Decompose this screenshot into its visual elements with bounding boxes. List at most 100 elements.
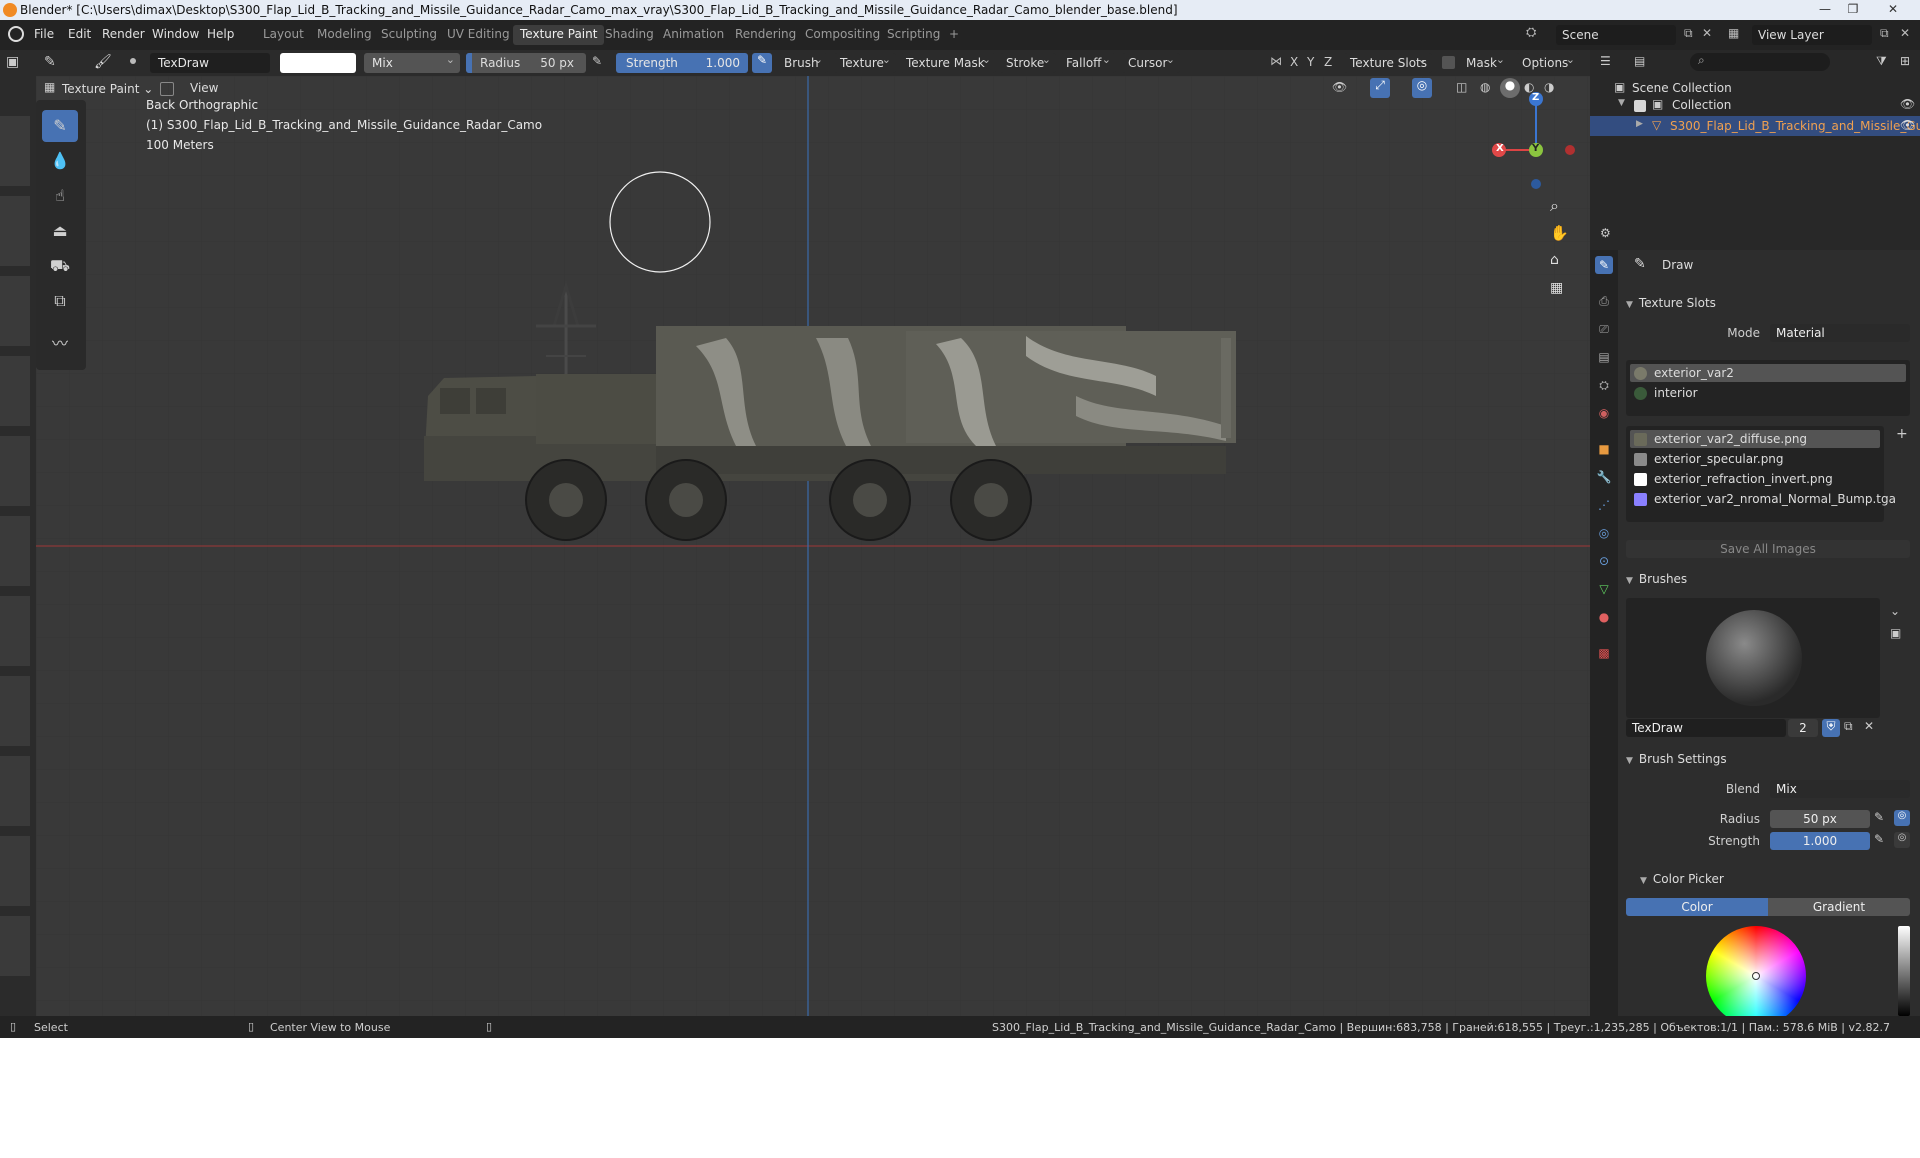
clone-tool-icon[interactable]: ⏏ [42, 215, 78, 247]
mode-dropdown[interactable]: Material [1770, 324, 1910, 342]
menu-file[interactable]: File [34, 27, 54, 41]
object-row[interactable]: ▶ ▽ S300_Flap_Lid_B_Tracking_and_Missile… [1590, 116, 1920, 136]
texture-slots-dropdown[interactable]: Texture Slots [1344, 50, 1432, 73]
pan-hand-icon[interactable]: ✋ [1550, 224, 1569, 242]
mirror-y-toggle[interactable]: Y [1307, 55, 1314, 69]
annotate-tool-icon[interactable]: 〰 [42, 328, 78, 360]
tab-compositing[interactable]: Compositing [798, 25, 887, 45]
delete-scene-icon[interactable]: ✕ [1702, 26, 1712, 40]
collection-visibility-icon[interactable]: 👁 [1900, 97, 1915, 111]
strength-unified-icon[interactable]: ◎ [1894, 832, 1910, 848]
gradient-tab[interactable]: Gradient [1768, 898, 1910, 916]
close-button[interactable]: ✕ [1868, 1, 1918, 18]
menu-render[interactable]: Render [102, 27, 145, 41]
draw-tool-icon[interactable]: ✎ [42, 110, 78, 142]
image-slot-row[interactable]: exterior_specular.png [1630, 450, 1880, 468]
blend-mode-dropdown[interactable]: Mix [364, 50, 460, 73]
material-slot-row[interactable]: exterior_var2 [1630, 364, 1906, 382]
view-layer-field[interactable]: View Layer [1752, 25, 1872, 45]
strength-pressure-icon[interactable]: ✎ [1874, 832, 1884, 846]
material-tab-icon[interactable]: ● [1595, 608, 1613, 626]
mask-toggle-icon[interactable] [160, 82, 174, 96]
visibility-icon[interactable]: 👁 [1332, 80, 1347, 94]
falloff-dropdown[interactable]: Falloff [1060, 50, 1116, 73]
view-layer-icon[interactable]: ▦ [1728, 26, 1739, 40]
physics-tab-icon[interactable]: ◎ [1595, 524, 1613, 542]
tab-modeling[interactable]: Modeling [310, 25, 379, 45]
constraints-tab-icon[interactable]: ⊙ [1595, 552, 1613, 570]
maximize-button[interactable]: ❐ [1840, 1, 1866, 18]
brush-list-expand-icon[interactable]: ⌄ [1890, 604, 1900, 618]
strength-slider[interactable]: 1.000 [1770, 832, 1870, 850]
texture-tab-icon[interactable]: ▩ [1595, 644, 1613, 662]
strength-field[interactable]: Strength 1.000 [616, 53, 748, 73]
strength-pressure-icon[interactable]: ✎ [752, 53, 772, 73]
outliner-editor-icon[interactable]: ☰ [1600, 54, 1611, 68]
mask-checkbox[interactable] [1442, 56, 1455, 69]
tab-texture-paint[interactable]: Texture Paint [513, 25, 605, 45]
color-tab[interactable]: Color [1626, 898, 1768, 916]
rendered-shading-icon[interactable]: ◑ [1544, 80, 1554, 94]
radius-unit-icon[interactable]: ◎ [1894, 810, 1910, 826]
brush-settings-panel-header[interactable]: ▼ Brush Settings [1626, 748, 1916, 770]
image-slot-row[interactable]: exterior_refraction_invert.png [1630, 470, 1880, 488]
camera-icon[interactable]: ⌂ [1550, 252, 1559, 268]
mirror-z-toggle[interactable]: Z [1324, 55, 1332, 69]
fill-tool-icon[interactable]: ⛟ [42, 250, 78, 282]
data-tab-icon[interactable]: ▽ [1595, 580, 1613, 598]
image-slot-row[interactable]: exterior_var2_diffuse.png [1630, 430, 1880, 448]
material-shading-icon[interactable]: ◐ [1524, 80, 1534, 94]
tab-animation[interactable]: Animation [656, 25, 731, 45]
tab-uv-editing[interactable]: UV Editing [440, 25, 517, 45]
properties-editor-icon[interactable]: ⚙ [1600, 226, 1611, 240]
particles-tab-icon[interactable]: ⋰ [1595, 496, 1613, 514]
collection-label[interactable]: Collection [1672, 98, 1731, 112]
menu-help[interactable]: Help [207, 27, 234, 41]
tab-shading[interactable]: Shading [598, 25, 661, 45]
blend-dropdown[interactable]: Mix [1770, 780, 1910, 798]
gizmo-toggle-icon[interactable]: ⤢ [1370, 78, 1390, 98]
fake-user-dot-icon[interactable] [130, 58, 136, 64]
texture-dropdown[interactable]: Texture [834, 50, 896, 73]
scene-tab-icon[interactable]: ⛭ [1595, 376, 1613, 394]
mask-dropdown[interactable]: Mask [1460, 50, 1510, 73]
new-scene-icon[interactable]: ⧉ [1684, 26, 1693, 41]
texture-mask-dropdown[interactable]: Texture Mask [900, 50, 996, 73]
minimize-button[interactable]: — [1812, 1, 1838, 18]
gizmo-x-label[interactable]: X [1496, 143, 1504, 154]
new-view-layer-icon[interactable]: ⧉ [1880, 26, 1889, 41]
value-slider[interactable] [1898, 926, 1910, 1016]
menu-edit[interactable]: Edit [68, 27, 91, 41]
new-collection-icon[interactable]: ⊞ [1900, 54, 1910, 68]
outliner-search-input[interactable]: ⌕ [1690, 53, 1830, 71]
radius-pressure-icon[interactable]: ✎ [592, 54, 602, 68]
wireframe-shading-icon[interactable]: ◍ [1480, 80, 1490, 94]
scene-field[interactable]: Scene [1556, 25, 1676, 45]
options-dropdown[interactable]: Options [1516, 50, 1580, 73]
cursor-dropdown[interactable]: Cursor [1122, 50, 1180, 73]
tab-layout[interactable]: Layout [256, 25, 311, 45]
tool-tab-icon[interactable]: ✎ [1595, 256, 1613, 274]
xray-icon[interactable]: ◫ [1456, 80, 1467, 94]
texture-slots-panel-header[interactable]: ▼ Texture Slots [1626, 292, 1916, 314]
mask-tool-icon[interactable]: ⧉ [42, 285, 78, 317]
material-slot-row[interactable]: interior [1630, 384, 1906, 402]
3d-viewport[interactable]: X Z Y ⌕ ✋ ⌂ ▦ Back Orthographic (1) S300… [36, 76, 1596, 1016]
menu-window[interactable]: Window [152, 27, 199, 41]
collection-expand-icon[interactable]: ▼ [1618, 98, 1625, 108]
stroke-dropdown[interactable]: Stroke [1000, 50, 1056, 73]
duplicate-brush-icon[interactable]: ⧉ [1844, 719, 1853, 734]
mirror-x-toggle[interactable]: X [1290, 55, 1298, 69]
overlay-toggle-icon[interactable]: ◎ [1412, 78, 1432, 98]
scene-icon[interactable]: ⛭ [1526, 25, 1550, 45]
radius-field[interactable]: Radius 50 px [466, 53, 586, 73]
tab-sculpting[interactable]: Sculpting [374, 25, 444, 45]
object-tab-icon[interactable]: ■ [1595, 440, 1613, 458]
add-image-icon[interactable]: + [1896, 426, 1908, 442]
perspective-grid-icon[interactable]: ▦ [1550, 280, 1563, 296]
brush-users-count[interactable]: 2 [1788, 719, 1818, 737]
output-tab-icon[interactable]: ⎚ [1595, 320, 1613, 338]
image-slot-row[interactable]: exterior_var2_nromal_Normal_Bump.tga [1630, 490, 1896, 508]
unlink-brush-icon[interactable]: ✕ [1864, 719, 1874, 733]
symmetry-icon[interactable]: ⋈ [1270, 54, 1282, 68]
